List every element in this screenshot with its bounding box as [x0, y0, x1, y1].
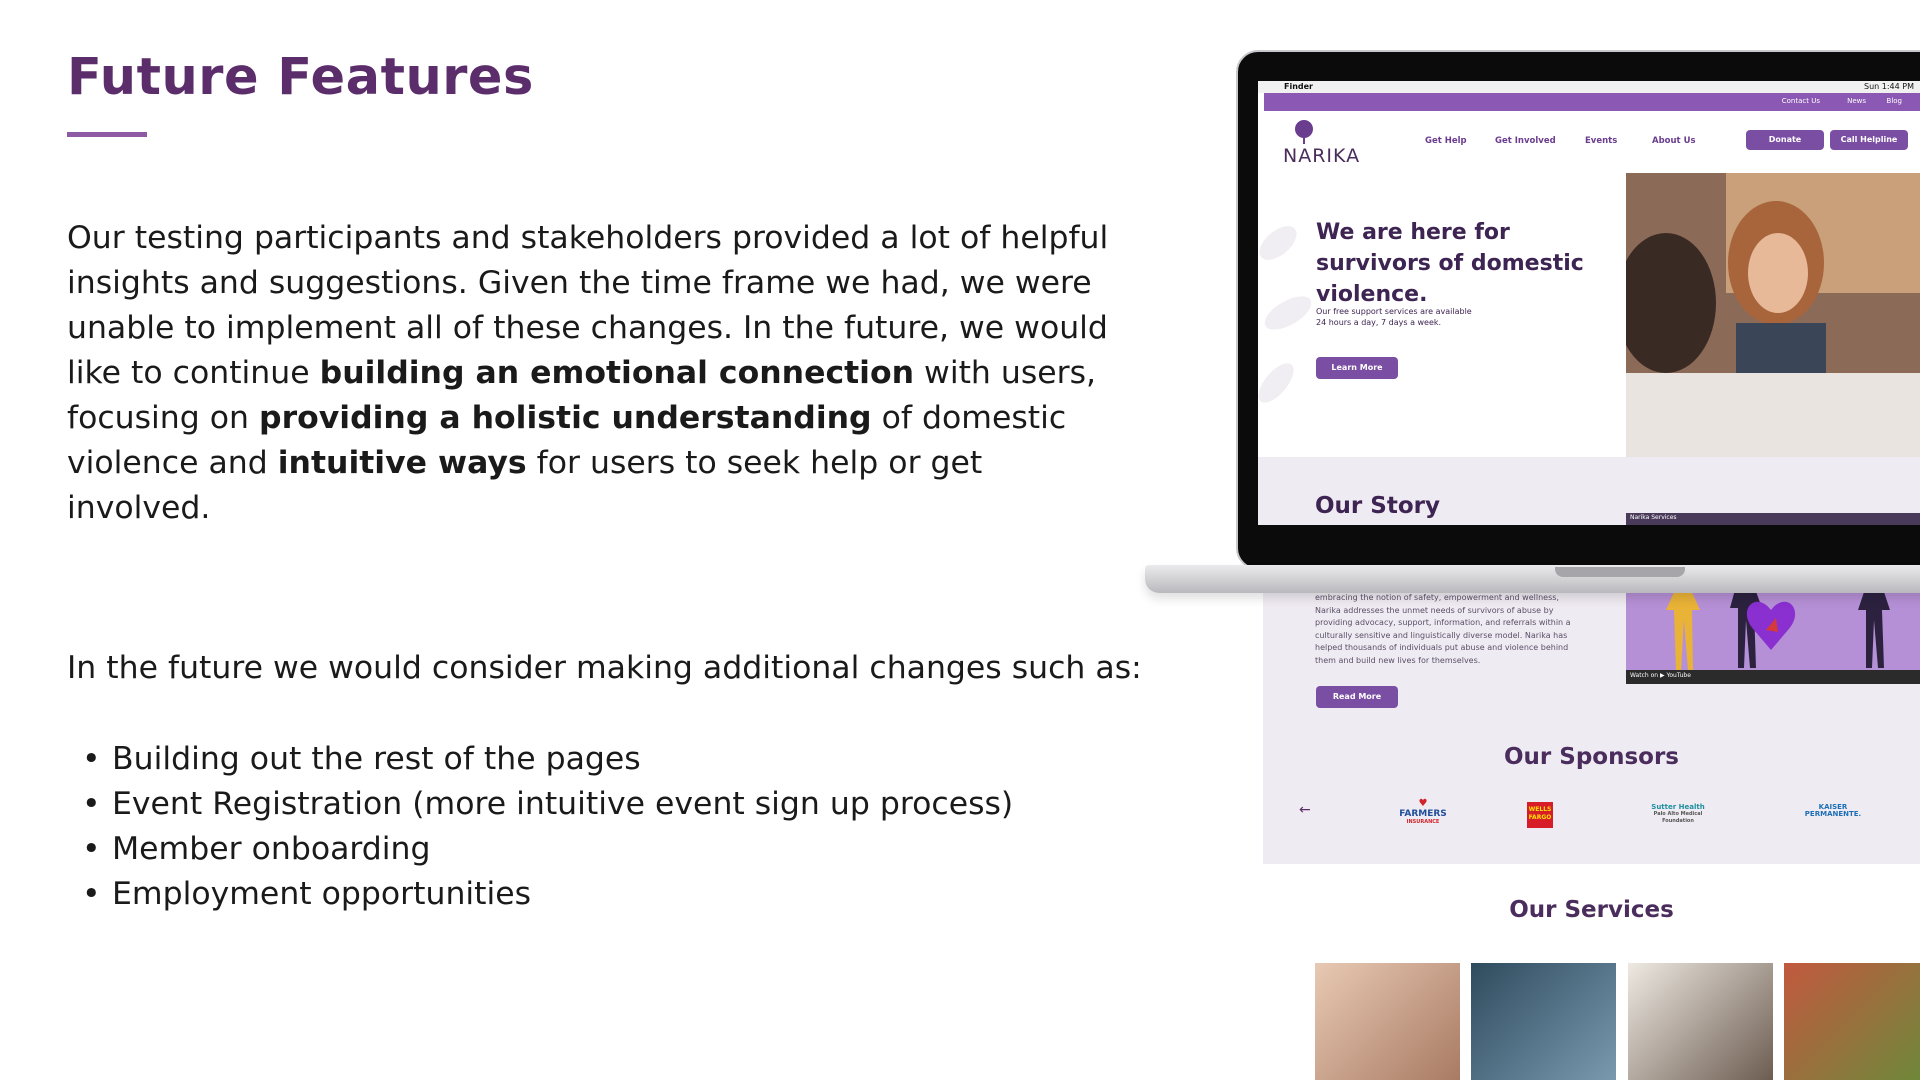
- list-item: • Employment opportunities: [82, 876, 532, 912]
- title-underline: [67, 132, 147, 137]
- hero-photo: [1626, 173, 1920, 457]
- read-more-button[interactable]: Read More: [1316, 686, 1398, 708]
- nav-get-involved[interactable]: Get Involved: [1495, 136, 1556, 146]
- story-section-top: Our Story Narika Services: [1258, 457, 1920, 525]
- farmers-logo: ♥ FARMERS INSURANCE: [1399, 798, 1447, 825]
- service-photo-food: [1784, 963, 1920, 1080]
- service-photo-women: [1315, 963, 1460, 1080]
- list-item: • Event Registration (more intuitive even…: [82, 786, 1014, 822]
- kaiser-logo: KAISER PERMANENTE.: [1804, 803, 1862, 818]
- people-illustration: [1626, 580, 1920, 684]
- service-photo-yoga: [1471, 963, 1616, 1080]
- nav-about-us[interactable]: About Us: [1652, 136, 1696, 146]
- emphasis-emotional-connection: building an emotional connection: [319, 355, 915, 391]
- changes-list: • Building out the rest of the pages • Eve…: [82, 737, 1013, 917]
- sutter-health-logo: Sutter Health Palo Alto Medical Foundation: [1651, 803, 1705, 825]
- topbar-contact[interactable]: Contact Us: [1782, 97, 1820, 105]
- hero-photo-art: [1626, 173, 1920, 457]
- nav-get-help[interactable]: Get Help: [1425, 136, 1467, 146]
- video-title: Narika Services: [1630, 514, 1677, 521]
- wells-fargo-logo: WELLS FARGO: [1527, 802, 1553, 828]
- service-photo-counseling: [1628, 963, 1773, 1080]
- mac-menubar: Finder Sun 1:44 PM: [1258, 81, 1920, 93]
- donate-button[interactable]: Donate: [1746, 130, 1824, 150]
- story-title: Our Story: [1315, 493, 1440, 519]
- sponsors-title: Our Sponsors: [1503, 744, 1679, 770]
- mockup-site-lower: embracing the notion of safety, empowerm…: [1263, 580, 1920, 1080]
- topbar-news[interactable]: News: [1847, 97, 1866, 105]
- site-logo[interactable]: NARIKA: [1283, 145, 1360, 167]
- page-title: Future Features: [67, 48, 534, 107]
- story-band: embracing the notion of safety, empowerm…: [1263, 580, 1920, 864]
- call-helpline-button[interactable]: Call Helpline: [1830, 130, 1908, 150]
- menubar-clock: Sun 1:44 PM: [1864, 82, 1914, 91]
- list-item: • Member onboarding: [82, 831, 431, 867]
- menubar-app[interactable]: Finder: [1284, 81, 1313, 93]
- laptop-notch: [1555, 567, 1685, 577]
- story-video-lower[interactable]: Watch on ▶ YouTube: [1626, 580, 1920, 684]
- tree-logo-icon: [1295, 120, 1313, 144]
- laptop-base: [1145, 565, 1920, 593]
- changes-lead: In the future we would consider making a…: [67, 650, 1142, 686]
- emphasis-holistic-understanding: providing a holistic understanding: [259, 400, 872, 436]
- learn-more-button[interactable]: Learn More: [1316, 357, 1398, 379]
- topbar-blog[interactable]: Blog: [1887, 97, 1902, 105]
- services-title: Our Services: [1509, 897, 1674, 923]
- list-item: • Building out the rest of the pages: [82, 741, 641, 777]
- hero-section: We are here for survivors of domestic vi…: [1258, 173, 1626, 457]
- emphasis-intuitive-ways: intuitive ways: [277, 445, 527, 481]
- story-text: embracing the notion of safety, empowerm…: [1315, 593, 1571, 665]
- laptop-screen: Finder Sun 1:44 PM Contact Us News Blog …: [1258, 81, 1920, 525]
- story-video-top[interactable]: Narika Services: [1626, 513, 1920, 525]
- hero-title: We are here for survivors of domestic vi…: [1316, 220, 1584, 307]
- nav-events[interactable]: Events: [1585, 136, 1617, 146]
- arrow-left-icon[interactable]: ←: [1299, 802, 1311, 818]
- site-topbar: Contact Us News Blog: [1264, 93, 1920, 111]
- hero-subtitle: Our free support services are available …: [1316, 307, 1472, 327]
- video-watch-on: Watch on ▶ YouTube: [1630, 672, 1691, 679]
- intro-paragraph: Our testing participants and stakeholder…: [67, 220, 1109, 526]
